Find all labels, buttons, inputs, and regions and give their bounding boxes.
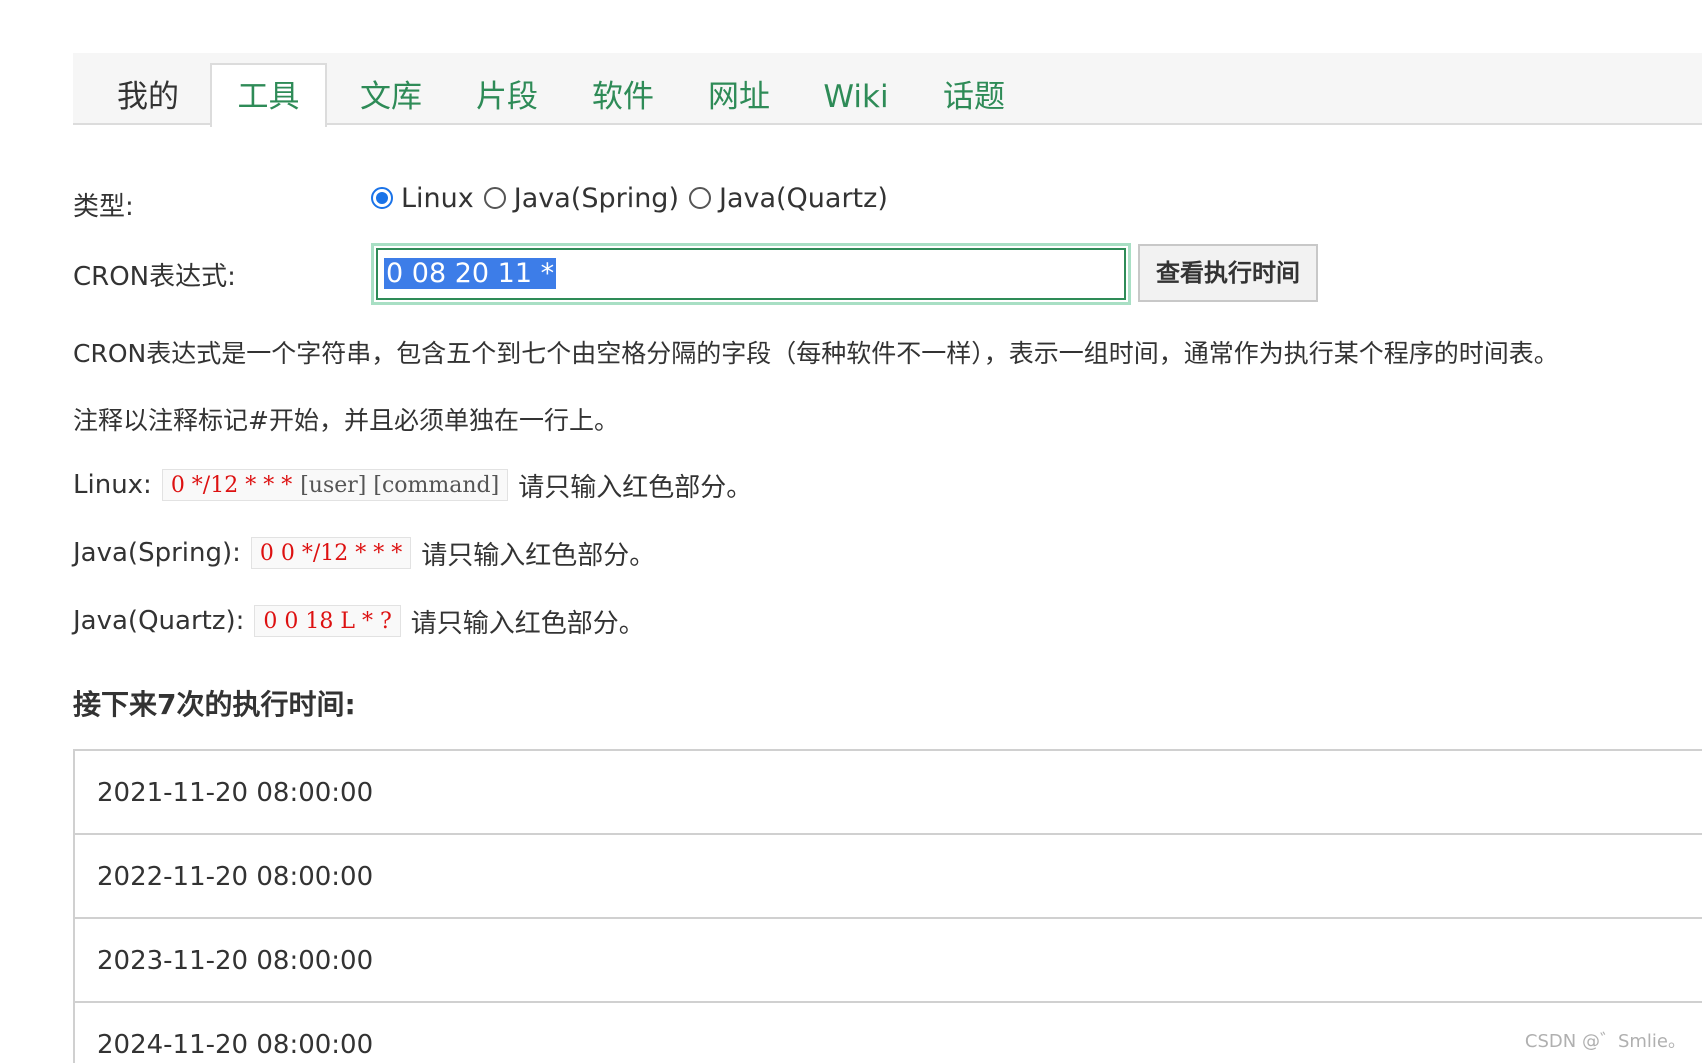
example-code: 0 0 18 L * ? xyxy=(254,605,401,637)
example-suffix: 请只输入红色部分。 xyxy=(421,540,656,571)
result-row: 2024-11-20 08:00:00 xyxy=(75,1001,1702,1063)
page: 我的 工具 文库 片段 软件 网址 Wiki 话题 类型: Linux Java… xyxy=(0,0,1702,1063)
tab-bar: 我的 工具 文库 片段 软件 网址 Wiki 话题 xyxy=(73,53,1702,127)
tab-urls[interactable]: 网址 xyxy=(689,65,789,125)
example-code-red: 0 0 */12 * * * xyxy=(259,540,403,566)
example-code-red: 0 */12 * * * xyxy=(170,472,293,498)
radio-java-quartz-label[interactable]: Java(Quartz) xyxy=(719,183,888,214)
example-code-gray: [user] [command] xyxy=(300,472,500,498)
example-code-red: 0 0 18 L * ? xyxy=(263,608,392,634)
example-prefix: Linux: xyxy=(73,470,152,500)
tab-wiki[interactable]: Wiki xyxy=(806,65,906,125)
tab-mine[interactable]: 我的 xyxy=(103,65,193,125)
example-prefix: Java(Quartz): xyxy=(73,606,245,636)
results-list: 2021-11-20 08:00:00 2022-11-20 08:00:00 … xyxy=(73,749,1702,1063)
result-row: 2023-11-20 08:00:00 xyxy=(75,917,1702,1001)
example-linux: Linux: 0 */12 * * * [user] [command] 请只输… xyxy=(73,465,752,505)
description-line-1: CRON表达式是一个字符串，包含五个到七个由空格分隔的字段（每种软件不一样），表… xyxy=(73,339,1559,368)
example-prefix: Java(Spring): xyxy=(73,538,241,568)
cron-label: CRON表达式: xyxy=(73,262,236,292)
example-code: 0 0 */12 * * * xyxy=(250,537,412,569)
tab-snippets[interactable]: 片段 xyxy=(457,65,557,125)
watermark: CSDN @゛Smlie。 xyxy=(1524,1031,1686,1052)
results-heading: 接下来7次的执行时间: xyxy=(73,688,356,721)
cron-input-focus-ring: 0 08 20 11 * xyxy=(371,243,1131,305)
example-java-quartz: Java(Quartz): 0 0 18 L * ? 请只输入红色部分。 xyxy=(73,601,645,641)
type-label: 类型: xyxy=(73,192,134,222)
radio-java-quartz[interactable] xyxy=(688,187,711,209)
tab-library[interactable]: 文库 xyxy=(341,65,441,125)
example-code: 0 */12 * * * [user] [command] xyxy=(161,469,509,501)
tab-tools[interactable]: 工具 xyxy=(210,63,327,127)
cron-input[interactable]: 0 08 20 11 * xyxy=(376,248,1126,300)
type-radio-group: Linux Java(Spring) Java(Quartz) xyxy=(371,178,898,218)
view-execution-times-button[interactable]: 查看执行时间 xyxy=(1138,244,1318,302)
radio-linux-label[interactable]: Linux xyxy=(401,183,474,214)
tab-software[interactable]: 软件 xyxy=(573,65,673,125)
radio-java-spring[interactable] xyxy=(483,187,506,209)
example-suffix: 请只输入红色部分。 xyxy=(518,472,753,503)
example-java-spring: Java(Spring): 0 0 */12 * * * 请只输入红色部分。 xyxy=(73,533,655,573)
result-row: 2021-11-20 08:00:00 xyxy=(75,749,1702,833)
radio-linux[interactable] xyxy=(371,187,393,209)
cron-input-value: 0 08 20 11 * xyxy=(384,258,557,289)
radio-java-spring-label[interactable]: Java(Spring) xyxy=(514,183,679,214)
result-row: 2022-11-20 08:00:00 xyxy=(75,833,1702,917)
tab-topics[interactable]: 话题 xyxy=(924,65,1024,125)
description-line-2: 注释以注释标记#开始，并且必须单独在一行上。 xyxy=(73,406,619,435)
example-suffix: 请只输入红色部分。 xyxy=(410,608,645,639)
